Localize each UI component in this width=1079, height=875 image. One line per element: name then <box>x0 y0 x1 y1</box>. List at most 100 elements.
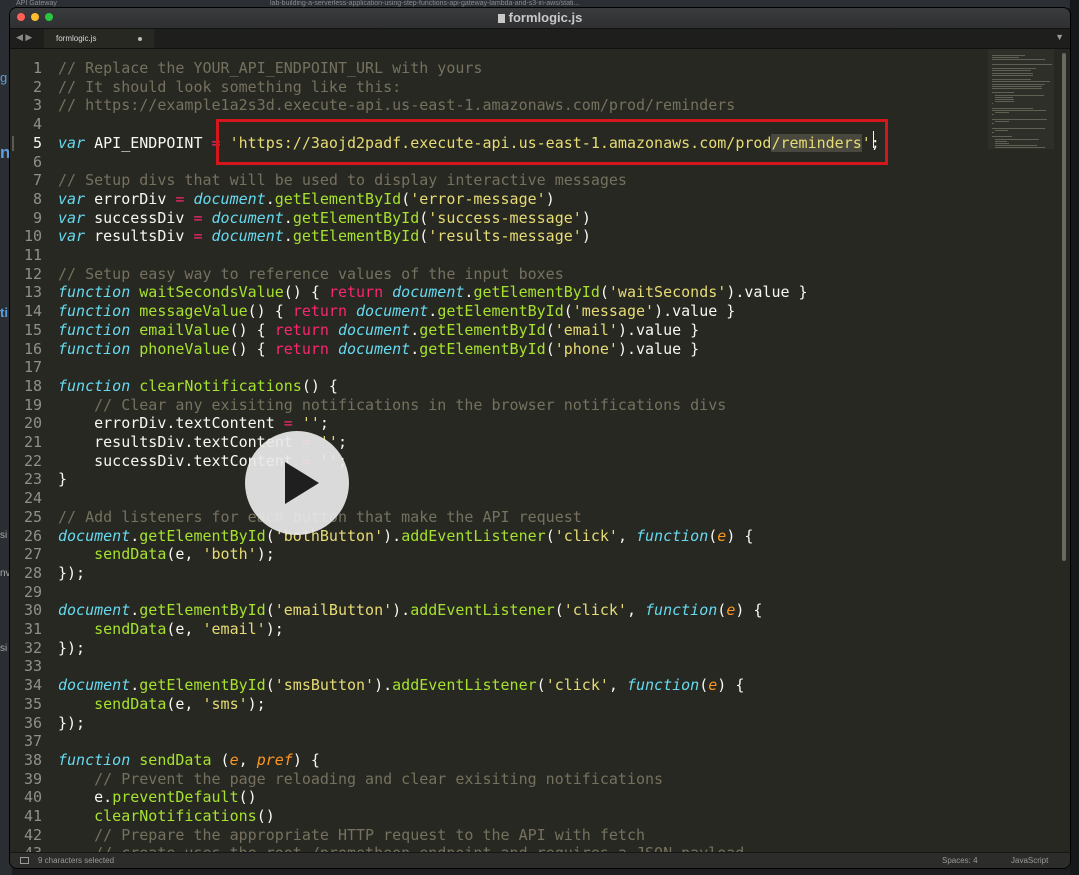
code-line[interactable]: errorDiv.textContent = ''; <box>58 414 329 433</box>
tab-overflow-menu-icon[interactable]: ▼ <box>1055 32 1064 42</box>
video-play-button[interactable] <box>245 431 349 535</box>
code-line[interactable]: // Setup easy way to reference values of… <box>58 265 564 284</box>
background-tab-api-gateway[interactable]: API Gateway <box>16 0 166 8</box>
indentation-setting[interactable]: Spaces: 4 <box>942 853 978 868</box>
line-number: 4 <box>32 115 42 134</box>
vertical-scrollbar[interactable] <box>1062 53 1066 561</box>
unsaved-indicator-icon[interactable] <box>138 37 142 41</box>
line-number: 33 <box>23 657 42 676</box>
code-line[interactable]: document.getElementById('smsButton').add… <box>58 676 744 695</box>
line-number: 41 <box>23 807 42 825</box>
code-line[interactable]: // Clear any exisiting notifications in … <box>58 396 726 415</box>
minimap-line <box>994 140 1008 142</box>
code-line[interactable]: sendData(e, 'both'); <box>58 545 275 564</box>
minimap-line <box>992 107 1033 109</box>
code-area[interactable]: // Replace the YOUR_API_ENDPOINT_URL wit… <box>58 49 988 852</box>
code-line[interactable]: function clearNotifications() { <box>58 377 338 396</box>
panel-toggle-icon[interactable] <box>20 857 29 864</box>
code-line[interactable]: clearNotifications() <box>58 807 275 826</box>
minimap-line <box>992 127 1046 129</box>
tab-label: formlogic.js <box>56 34 97 43</box>
tab-navigation-arrows-icon[interactable]: ◀ ▶ <box>16 32 32 43</box>
minimap-line <box>994 112 1009 114</box>
code-line[interactable]: // Setup divs that will be used to displ… <box>58 171 627 190</box>
line-number: 35 <box>23 694 42 713</box>
line-number: 2 <box>32 77 42 96</box>
code-line[interactable]: var errorDiv = document.getElementById('… <box>58 190 555 209</box>
code-editor[interactable]: 1 2 3 4 5 6 7 8 9 10 11 12 13 14 15 16 17 18 19 20 21 22 23 24 2… <box>10 49 1070 852</box>
minimap-line <box>994 145 1038 147</box>
code-line[interactable]: e.preventDefault() <box>58 788 257 807</box>
code-line[interactable]: } <box>58 470 67 489</box>
line-number: 5 <box>10 134 42 153</box>
code-line[interactable]: }); <box>58 639 85 658</box>
line-number: 36 <box>23 713 42 732</box>
window-title: formlogic.js <box>10 10 1070 25</box>
line-number: 12 <box>23 264 42 283</box>
api-endpoint-highlight-box <box>216 119 888 165</box>
line-number: 27 <box>23 545 42 564</box>
background-text-fragment: n <box>0 143 11 162</box>
line-number: 24 <box>23 489 42 508</box>
minimap-line <box>992 63 1052 65</box>
background-tab-lab-page[interactable]: lab-building-a-serverless-application-us… <box>270 0 670 8</box>
minimap-line <box>994 143 1009 144</box>
minimap-line <box>994 101 1015 103</box>
line-number: 28 <box>23 563 42 582</box>
line-number: 17 <box>23 358 42 377</box>
window-title-text: formlogic.js <box>508 10 583 25</box>
code-line[interactable]: // create uses the root /prometheon endp… <box>58 844 744 852</box>
code-line[interactable]: function sendData (e, pref) { <box>58 751 320 770</box>
code-line[interactable]: // Prepare the appropriate HTTP request … <box>58 826 645 845</box>
minimap-line <box>992 72 1034 74</box>
line-number: 23 <box>23 470 42 489</box>
code-line[interactable]: // Prevent the page reloading and clear … <box>58 770 663 789</box>
minimap-line <box>994 138 1039 140</box>
code-line[interactable]: document.getElementById('bothButton').ad… <box>58 527 753 546</box>
background-text-fragment: g <box>0 70 8 85</box>
document-icon <box>497 14 505 23</box>
minimap[interactable] <box>988 49 1054 169</box>
minimap-line <box>992 118 1047 120</box>
minimap-line <box>992 83 1045 85</box>
line-number: 21 <box>23 433 42 451</box>
line-number: 13 <box>23 283 42 302</box>
code-line[interactable]: // It should look something like this: <box>58 78 401 97</box>
tab-formlogic-js[interactable]: formlogic.js <box>44 29 154 48</box>
status-bar: 9 characters selected Spaces: 4 JavaScri… <box>10 852 1070 868</box>
line-number: 32 <box>23 638 42 657</box>
text-cursor <box>873 131 874 148</box>
minimap-line <box>994 99 1015 100</box>
line-number: 10 <box>23 227 42 246</box>
background-text-fragment: ti <box>0 305 8 320</box>
code-line[interactable]: sendData(e, 'email'); <box>58 620 284 639</box>
background-window-right <box>1070 0 1079 875</box>
line-number-gutter: 1 2 3 4 5 6 7 8 9 10 11 12 13 14 15 16 17 18 19 20 21 22 23 24 2… <box>10 49 46 852</box>
background-tab-strip: API Gateway lab-building-a-serverless-ap… <box>0 0 1079 8</box>
code-line[interactable]: function waitSecondsValue() { return doc… <box>58 283 808 302</box>
line-number: 3 <box>32 96 42 115</box>
code-line[interactable]: }); <box>58 564 85 583</box>
minimap-line <box>992 132 995 133</box>
minimap-line <box>992 85 1042 87</box>
code-line[interactable]: function messageValue() { return documen… <box>58 302 735 321</box>
minimap-line <box>994 94 1044 96</box>
code-line[interactable]: document.getElementById('emailButton').a… <box>58 601 762 620</box>
code-line[interactable]: var successDiv = document.getElementById… <box>58 209 591 228</box>
line-number: 38 <box>23 750 42 769</box>
code-line[interactable]: sendData(e, 'sms'); <box>58 695 266 714</box>
line-number: 42 <box>23 825 42 844</box>
code-line[interactable]: function phoneValue() { return document.… <box>58 340 699 359</box>
minimap-line <box>992 70 1031 72</box>
minimap-line <box>992 123 995 125</box>
code-line[interactable]: function emailValue() { return document.… <box>58 321 699 340</box>
code-line[interactable]: // https://example1a2s3d.execute-api.us-… <box>58 96 735 115</box>
minimap-line <box>992 92 1014 94</box>
code-line[interactable]: }); <box>58 714 85 733</box>
code-line[interactable]: // Replace the YOUR_API_ENDPOINT_URL wit… <box>58 59 482 78</box>
code-line[interactable]: var resultsDiv = document.getElementById… <box>58 227 591 246</box>
syntax-mode[interactable]: JavaScript <box>1011 853 1048 868</box>
line-number: 40 <box>23 788 42 807</box>
title-bar[interactable]: formlogic.js <box>10 8 1070 29</box>
minimap-line <box>992 79 1032 81</box>
